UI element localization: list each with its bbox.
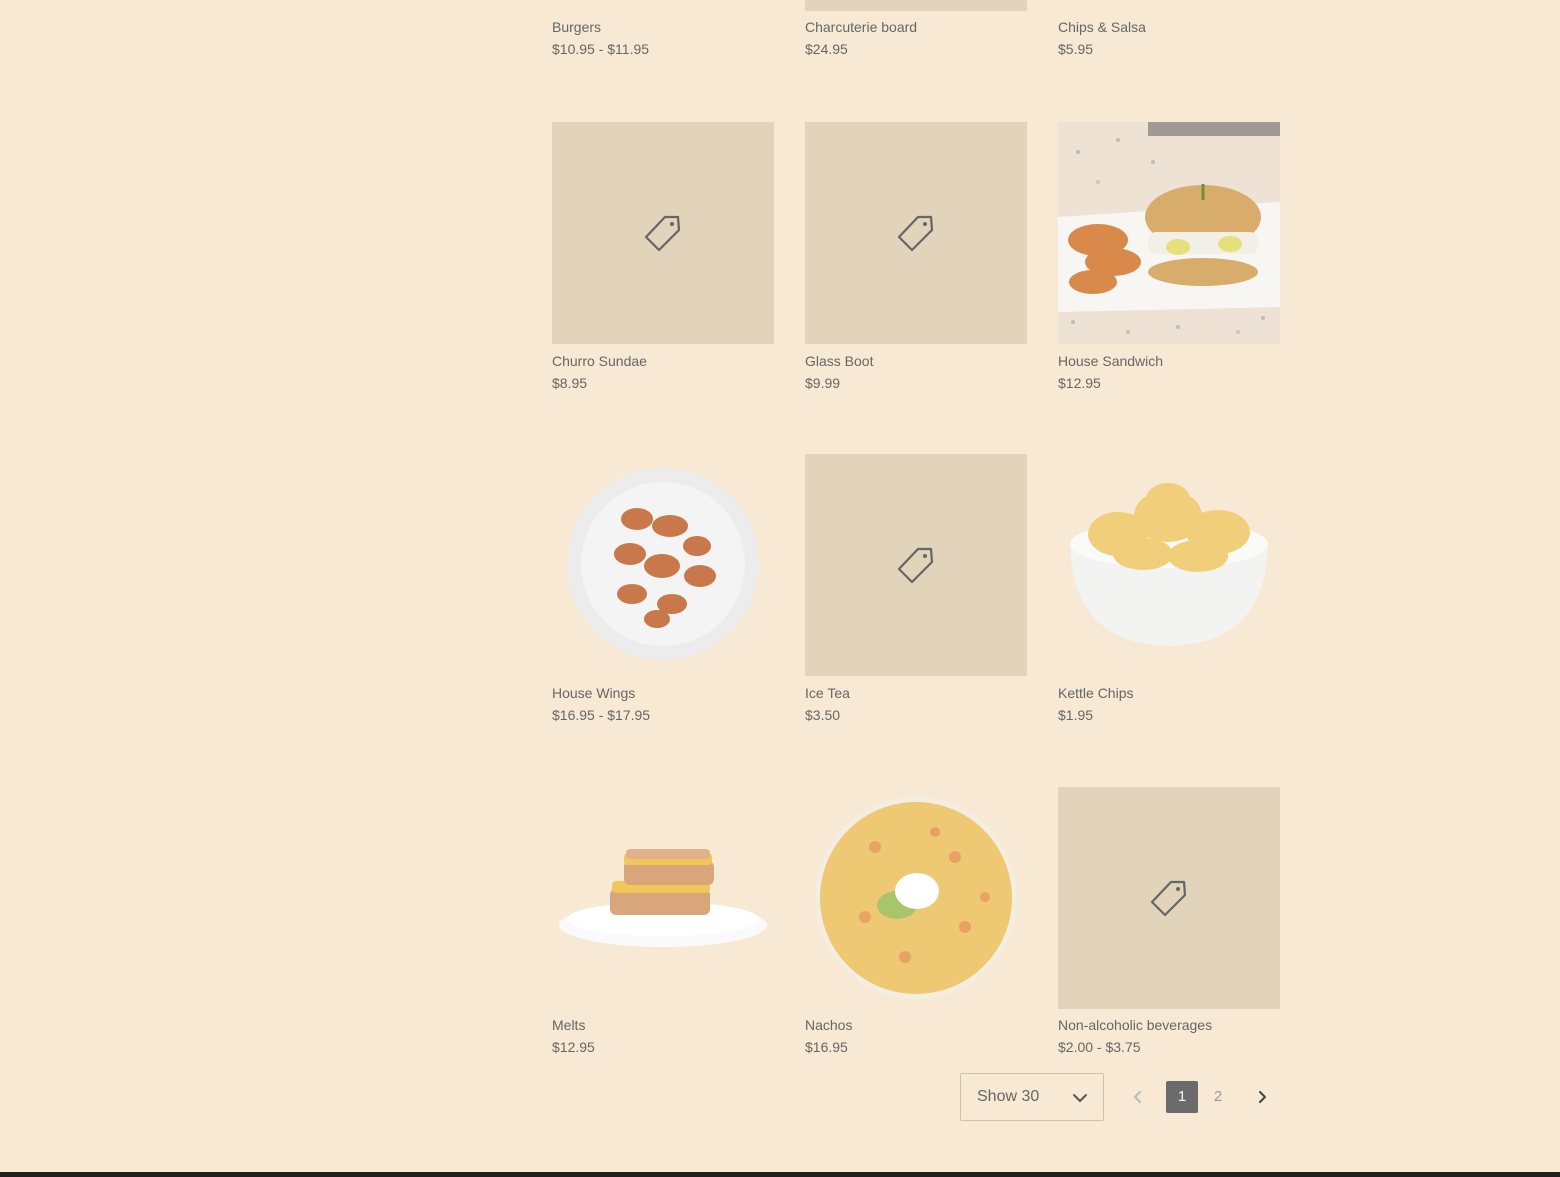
- product-price: $12.95: [1058, 375, 1101, 391]
- product-image[interactable]: [805, 0, 1027, 11]
- tag-icon: [897, 215, 934, 252]
- product-image[interactable]: [1058, 454, 1280, 676]
- product-price: $16.95 - $17.95: [552, 707, 651, 723]
- product-price: $3.50: [805, 707, 841, 723]
- product-image[interactable]: [1058, 122, 1280, 344]
- nachos-photo: [815, 797, 1017, 999]
- tag-icon: [897, 547, 934, 584]
- product-image[interactable]: [1058, 787, 1280, 1009]
- chevron-left-icon[interactable]: [1128, 1087, 1148, 1107]
- product-image[interactable]: [805, 787, 1027, 1009]
- product-image[interactable]: [805, 122, 1027, 344]
- chips-photo: [1070, 483, 1268, 646]
- product-name[interactable]: Ice Tea: [805, 685, 850, 701]
- page-2-button[interactable]: 2: [1202, 1081, 1234, 1113]
- page-size-label: Show 30: [977, 1088, 1040, 1105]
- product-image[interactable]: [552, 454, 774, 676]
- product-image[interactable]: [805, 454, 1027, 676]
- product-name[interactable]: Melts: [552, 1017, 585, 1033]
- product-price: $2.00 - $3.75: [1058, 1039, 1141, 1055]
- tag-icon: [1150, 880, 1187, 917]
- product-name[interactable]: Kettle Chips: [1058, 685, 1133, 701]
- product-name[interactable]: Nachos: [805, 1017, 852, 1033]
- product-price: $10.95 - $11.95: [552, 41, 650, 57]
- chevron-down-icon: [1073, 1094, 1087, 1102]
- product-price: $16.95: [805, 1039, 848, 1055]
- melt-photo: [559, 849, 767, 947]
- page-size-select[interactable]: Show 30: [960, 1073, 1104, 1121]
- product-price: $12.95: [552, 1039, 595, 1055]
- sandwich-photo: [1058, 122, 1280, 344]
- product-price: $24.95: [805, 41, 848, 57]
- product-name[interactable]: House Wings: [552, 685, 635, 701]
- wings-photo: [567, 468, 759, 660]
- product-name[interactable]: Charcuterie board: [805, 19, 917, 35]
- product-name[interactable]: Burgers: [552, 19, 601, 35]
- page-1-button[interactable]: 1: [1166, 1081, 1198, 1113]
- footer-edge: [0, 1172, 1560, 1177]
- product-price: $1.95: [1058, 707, 1094, 723]
- product-name[interactable]: Chips & Salsa: [1058, 19, 1146, 35]
- product-price: $5.95: [1058, 41, 1094, 57]
- product-name[interactable]: House Sandwich: [1058, 353, 1163, 369]
- product-price: $8.95: [552, 375, 588, 391]
- chevron-right-icon[interactable]: [1252, 1087, 1272, 1107]
- product-name[interactable]: Churro Sundae: [552, 353, 647, 369]
- product-image[interactable]: [552, 122, 774, 344]
- tag-icon: [644, 215, 681, 252]
- product-image[interactable]: [552, 787, 774, 1009]
- product-name[interactable]: Glass Boot: [805, 353, 873, 369]
- product-name[interactable]: Non-alcoholic beverages: [1058, 1017, 1212, 1033]
- product-price: $9.99: [805, 375, 841, 391]
